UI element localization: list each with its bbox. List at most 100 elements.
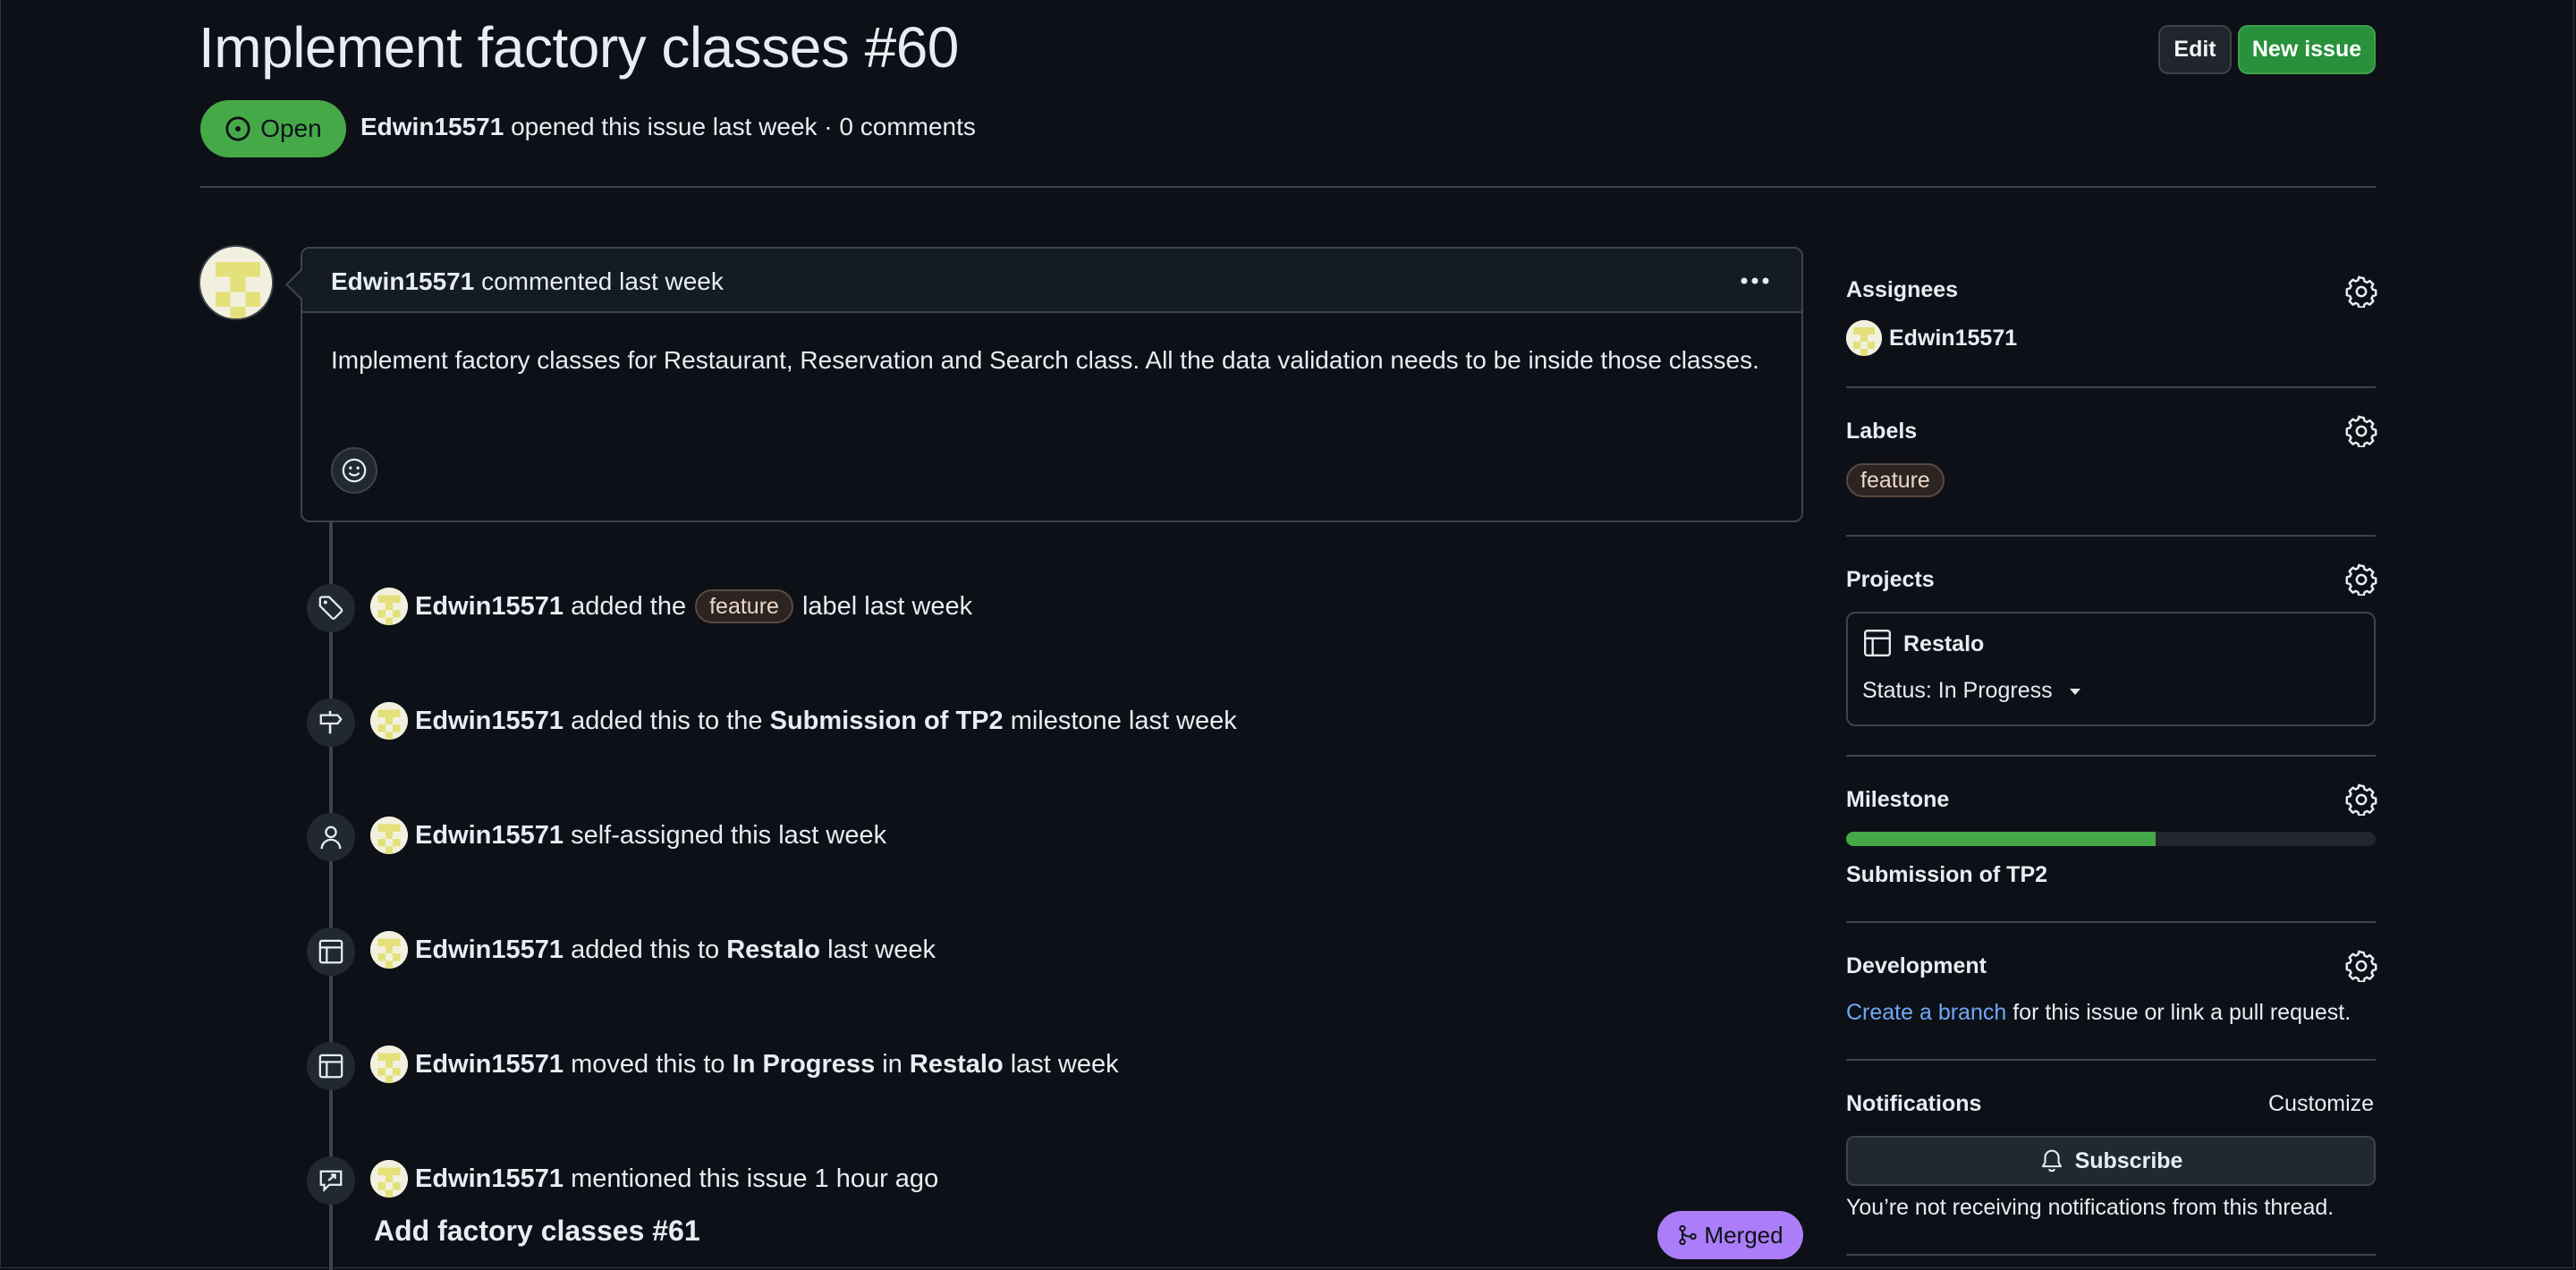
tag-icon [307,584,355,632]
development-rest: for this issue or link a pull request. [2012,1000,2351,1025]
event-text: milestone last week [1010,706,1237,735]
cross-reference-icon [307,1156,355,1205]
avatar [1846,320,1882,356]
person-icon [307,813,355,861]
comment-box: Edwin15571 commented last week Implement… [285,247,1803,522]
project-link[interactable]: Restalo [910,1050,1004,1080]
add-reaction-button[interactable] [331,447,377,494]
sidebar-divider [1846,1059,2376,1061]
event-actor[interactable]: Edwin15571 [415,707,564,736]
timeline-event-project: Edwin15571 added this to Restalo last we… [370,931,936,969]
timeline-event-label: Edwin15571 added the feature label last … [370,588,972,625]
merged-badge: Merged [1657,1211,1803,1259]
labels-heading: Labels [1846,419,1918,444]
gear-icon[interactable] [2345,783,2377,816]
event-text: mentioned this issue 1 hour ago [571,1164,939,1193]
create-branch-link[interactable]: Create a branch [1846,1000,2006,1025]
event-text: last week [827,935,936,964]
notifications-note: You’re not receiving notifications from … [1846,1195,2334,1220]
new-issue-button[interactable]: New issue [2238,25,2376,74]
event-text: added this to the [571,706,763,735]
project-status-dropdown[interactable]: Status: In Progress [1862,678,2083,704]
sidebar-divider [1846,755,2376,757]
issue-open-icon [225,115,251,142]
avatar[interactable] [370,817,408,854]
notifications-heading: Notifications [1846,1091,1982,1116]
project-link[interactable]: Restalo [726,936,820,965]
triangle-down-icon [2067,686,2083,697]
project-name[interactable]: Restalo [1903,631,1984,657]
event-text: added this to [571,935,720,964]
event-text: added the [571,591,687,621]
avatar[interactable] [370,1046,408,1083]
comment-when[interactable]: commented last week [481,267,724,295]
sidebar-divider [1846,535,2376,537]
gear-icon[interactable] [2345,563,2377,596]
avatar[interactable] [370,1160,408,1198]
merge-icon [1677,1224,1699,1246]
milestone-progress-bar [1846,832,2376,846]
milestone-progress-fill [1846,832,2157,846]
sidebar-divider [1846,921,2376,923]
event-actor[interactable]: Edwin15571 [415,592,564,622]
avatar[interactable] [199,245,274,320]
status-name: In Progress [732,1049,876,1079]
timeline-event-mention: Edwin15571 mentioned this issue 1 hour a… [370,1160,938,1198]
project-icon [307,1042,355,1090]
gear-icon[interactable] [2345,950,2377,982]
bell-icon [2039,1148,2064,1173]
gear-icon[interactable] [2345,275,2377,308]
project-icon [307,927,355,976]
label-pill[interactable]: feature [1846,463,1945,497]
avatar[interactable] [370,931,408,969]
event-text: label last week [801,591,973,621]
milestone-heading: Milestone [1846,787,1950,812]
kebab-menu-icon[interactable] [1737,268,1773,293]
project-card: Restalo Status: In Progress [1846,612,2376,726]
development-heading: Development [1846,953,1987,978]
status-badge: Open [200,100,346,157]
issue-meta-text: opened this issue last week · 0 comments [511,113,976,140]
comment-author[interactable]: Edwin15571 [331,267,474,295]
avatar[interactable] [370,588,408,625]
issue-meta: Edwin15571 opened this issue last week ·… [360,113,976,141]
project-icon [1862,628,1893,658]
sidebar-divider [1846,386,2376,388]
issue-author[interactable]: Edwin15571 [360,113,504,140]
header-divider [200,186,2376,188]
customize-link[interactable]: Customize [2268,1091,2374,1117]
assignee-name: Edwin15571 [1889,325,2018,351]
event-actor[interactable]: Edwin15571 [415,1050,564,1080]
comment-header: Edwin15571 commented last week [302,249,1801,313]
milestone-name[interactable]: Submission of TP2 [1846,862,2047,888]
event-text: moved this to [571,1049,725,1079]
smiley-icon [341,457,368,484]
subscribe-label: Subscribe [2074,1147,2183,1173]
edit-button[interactable]: Edit [2158,25,2232,74]
milestone-link[interactable]: Submission of TP2 [770,707,1004,736]
issue-title: Implement factory classes #60 [199,15,959,80]
projects-heading: Projects [1846,567,1935,592]
development-text: Create a branch for this issue or link a… [1846,1000,2351,1026]
assignees-heading: Assignees [1846,277,1959,302]
avatar[interactable] [370,702,408,740]
label-pill[interactable]: feature [695,589,793,623]
event-actor[interactable]: Edwin15571 [415,936,564,965]
sidebar-divider [1846,1254,2376,1256]
comment-body: Implement factory classes for Restaurant… [331,346,1759,374]
event-text: self-assigned this last week [571,820,887,850]
event-actor[interactable]: Edwin15571 [415,1164,564,1194]
timeline-event-assign: Edwin15571 self-assigned this last week [370,817,886,854]
merged-label: Merged [1704,1221,1784,1249]
event-actor[interactable]: Edwin15571 [415,821,564,851]
timeline-event-move: Edwin15571 moved this to In Progress in … [370,1046,1119,1083]
linked-pr-title[interactable]: Add factory classes #61 [374,1215,700,1248]
project-status: Status: In Progress [1862,678,2053,703]
event-text: last week [1010,1049,1119,1079]
milestone-icon [307,698,355,747]
status-label: Open [260,114,322,142]
gear-icon[interactable] [2345,415,2377,447]
event-text: in [882,1049,902,1079]
assignee-item[interactable]: Edwin15571 [1846,320,2017,356]
subscribe-button[interactable]: Subscribe [1846,1136,2376,1186]
